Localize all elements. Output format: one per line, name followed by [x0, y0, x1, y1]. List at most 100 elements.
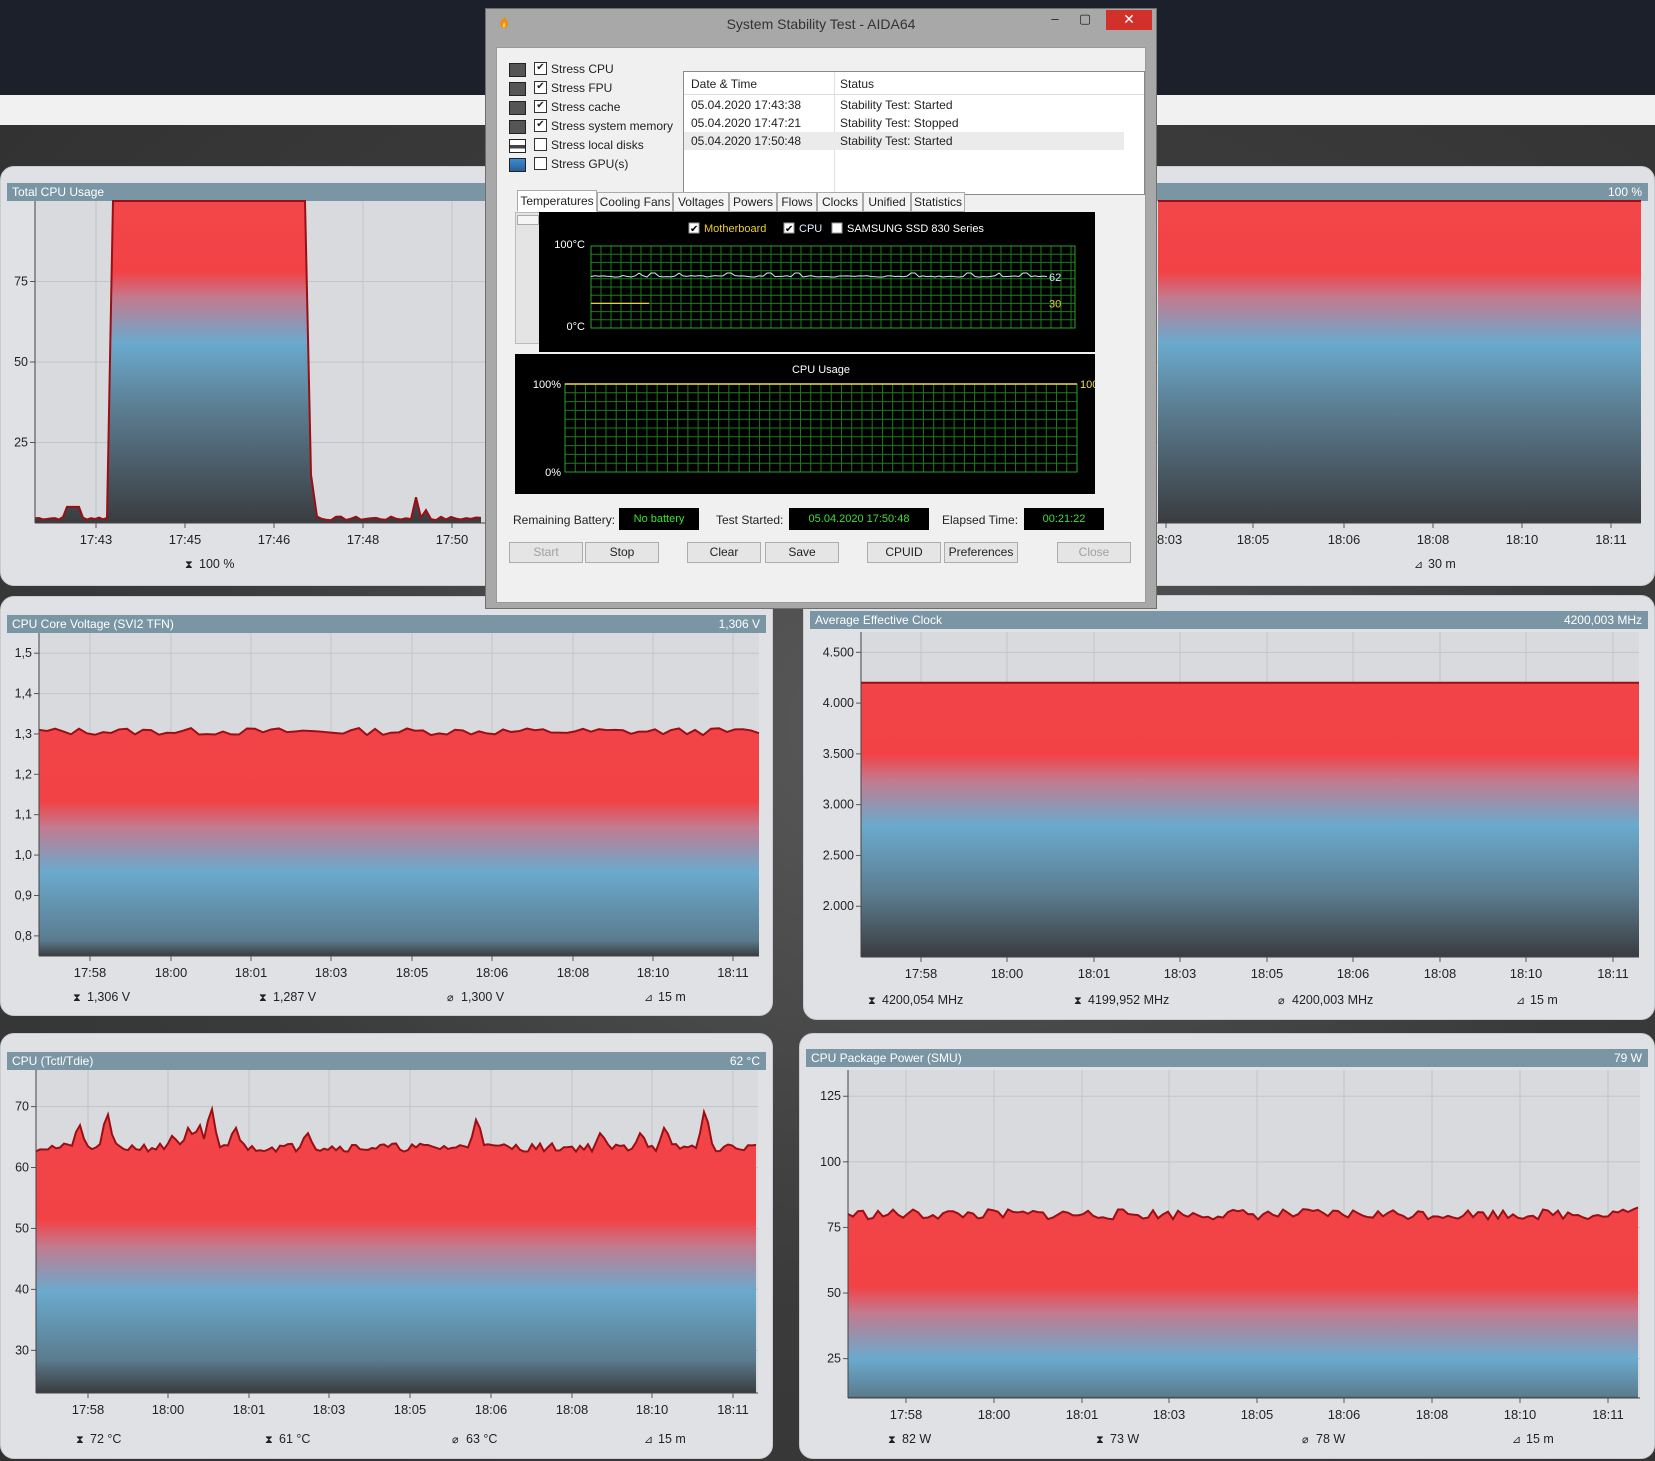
- window-titlebar[interactable]: System Stability Test - AIDA64 – ▢ ✕: [486, 9, 1156, 39]
- x-tick-label: 18:00: [152, 1402, 185, 1417]
- elapsed-time-label: Elapsed Time:: [942, 513, 1019, 527]
- stat-span: ⊿ 15 m: [644, 1432, 686, 1446]
- y-tick-label: 100: [820, 1155, 841, 1169]
- x-tick-label: 18:05: [1241, 1407, 1274, 1422]
- save-button[interactable]: Save: [765, 542, 839, 563]
- stability-test-window: System Stability Test - AIDA64 – ▢ ✕ ✔ St…: [485, 8, 1157, 609]
- stress-option[interactable]: ✔ Stress system memory: [509, 117, 673, 135]
- tab-cooling-fans[interactable]: Cooling Fans: [597, 192, 673, 212]
- checkbox[interactable]: ✔: [534, 119, 547, 133]
- checkbox[interactable]: [534, 157, 547, 171]
- tab-unified[interactable]: Unified: [863, 192, 911, 212]
- graph-legend-item[interactable]: ✔ Motherboard: [688, 222, 766, 235]
- y-tick-label: 25: [827, 1352, 841, 1366]
- stress-option[interactable]: ✔ Stress CPU: [509, 60, 614, 78]
- stress-option-label: Stress CPU: [551, 62, 614, 76]
- x-tick-label: 18:00: [155, 965, 188, 980]
- cpuid-button[interactable]: CPUID: [867, 542, 941, 563]
- x-tick-label: 18:05: [394, 1402, 427, 1417]
- x-tick-label: 18:05: [1237, 532, 1270, 547]
- stat-min: ⧗ 61 °C: [265, 1432, 311, 1446]
- minimize-icon[interactable]: –: [1041, 10, 1069, 30]
- average-icon: ⌀: [452, 1434, 459, 1446]
- checkbox[interactable]: ✔: [534, 81, 547, 95]
- max-icon: ⧗: [868, 995, 876, 1007]
- graph-legend-item[interactable]: ✔ CPU: [783, 222, 822, 235]
- tab-flows[interactable]: Flows: [777, 192, 817, 212]
- test-started-field: 05.04.2020 17:50:48: [789, 508, 929, 530]
- log-row[interactable]: 05.04.2020 17:50:48 Stability Test: Star…: [684, 132, 1124, 150]
- x-tick-label: 17:50: [436, 532, 469, 547]
- tab-voltages[interactable]: Voltages: [673, 192, 729, 212]
- x-tick-label: 18:00: [991, 966, 1024, 981]
- svg-text:CPU: CPU: [799, 223, 822, 235]
- y-tick-label: 70: [15, 1100, 29, 1114]
- stress-option[interactable]: Stress GPU(s): [509, 155, 628, 173]
- x-tick-label: 18:08: [556, 1402, 589, 1417]
- tab-statistics[interactable]: Statistics: [911, 192, 965, 212]
- stress-option[interactable]: ✔ Stress FPU: [509, 79, 612, 97]
- series-area: [1158, 201, 1641, 523]
- close-button[interactable]: Close: [1057, 542, 1131, 563]
- x-tick-label: 17:58: [72, 1402, 105, 1417]
- y-tick-label: 50: [827, 1286, 841, 1300]
- cache-chip-icon: [509, 100, 526, 115]
- stress-option-label: Stress GPU(s): [551, 157, 629, 171]
- stop-button[interactable]: Stop: [585, 542, 659, 563]
- log-row[interactable]: 05.04.2020 17:47:21 Stability Test: Stop…: [684, 114, 1124, 132]
- series-area: [36, 1109, 756, 1393]
- x-tick-label: 18:03: [1153, 1407, 1186, 1422]
- cpu-usage-graph: CPU Usage 100% 0% 100%: [515, 354, 1095, 494]
- graph-scrollbar[interactable]: [515, 212, 541, 344]
- tab-temperatures[interactable]: Temperatures: [517, 190, 597, 212]
- maximize-icon[interactable]: ▢: [1071, 10, 1099, 30]
- close-window-button[interactable]: ✕: [1106, 10, 1152, 30]
- log-row[interactable]: 05.04.2020 17:43:38 Stability Test: Star…: [684, 96, 1124, 114]
- x-tick-label: 18:01: [1078, 966, 1111, 981]
- x-tick-label: 18:11: [1595, 532, 1627, 547]
- stress-option-label: Stress local disks: [551, 138, 644, 152]
- graph-legend-item[interactable]: SAMSUNG SSD 830 Series: [831, 222, 984, 235]
- start-button[interactable]: Start: [509, 542, 583, 563]
- tab-powers[interactable]: Powers: [729, 192, 777, 212]
- time-span-icon: ⊿: [1512, 1434, 1522, 1446]
- y-tick-label: 125: [820, 1089, 841, 1103]
- x-tick-label: 18:05: [1251, 966, 1284, 981]
- max-icon: ⧗: [76, 1434, 84, 1446]
- x-tick-label: 17:46: [258, 532, 291, 547]
- clear-button[interactable]: Clear: [687, 542, 761, 563]
- x-tick-label: 18:05: [396, 965, 429, 980]
- stress-option[interactable]: Stress local disks: [509, 136, 644, 154]
- max-icon: ⧗: [185, 559, 193, 571]
- y-tick-label: 25: [14, 436, 28, 450]
- stress-option-label: Stress FPU: [551, 81, 613, 95]
- y-tick-label: 1,5: [15, 646, 32, 660]
- x-tick-label: 18:10: [1504, 1407, 1537, 1422]
- checkbox[interactable]: ✔: [534, 62, 547, 76]
- svg-text:Motherboard: Motherboard: [704, 223, 766, 235]
- time-span-icon: ⊿: [1516, 995, 1526, 1007]
- event-log-table: Date & Time Status 05.04.2020 17:43:38 S…: [683, 71, 1145, 195]
- preferences-button[interactable]: Preferences: [944, 542, 1018, 563]
- remaining-battery-field: No battery: [619, 508, 699, 530]
- x-tick-label: 18:03: [1164, 966, 1197, 981]
- column-header-date[interactable]: Date & Time: [691, 77, 757, 91]
- checkbox[interactable]: ✔: [534, 100, 547, 114]
- min-icon: ⧗: [1096, 1434, 1104, 1446]
- checkbox[interactable]: [534, 138, 547, 152]
- tab-clocks[interactable]: Clocks: [817, 192, 863, 212]
- stress-option-label: Stress cache: [551, 100, 621, 114]
- stat-avg: ⌀ 4200,003 MHz: [1278, 993, 1374, 1007]
- x-tick-label: 18:06: [1328, 532, 1361, 547]
- column-header-status[interactable]: Status: [840, 77, 874, 91]
- time-span-icon: ⊿: [644, 992, 654, 1004]
- y-tick-label: 50: [15, 1221, 29, 1235]
- stress-option[interactable]: ✔ Stress cache: [509, 98, 620, 116]
- scrollbar-thumb[interactable]: [517, 215, 539, 225]
- x-tick-label: 18:06: [1337, 966, 1370, 981]
- x-tick-label: 18:01: [1066, 1407, 1099, 1422]
- series-area: [39, 728, 759, 956]
- stat-span: ⊿ 30 m: [1414, 557, 1456, 571]
- min-icon: ⧗: [1074, 995, 1082, 1007]
- x-tick-label: 18:03: [313, 1402, 346, 1417]
